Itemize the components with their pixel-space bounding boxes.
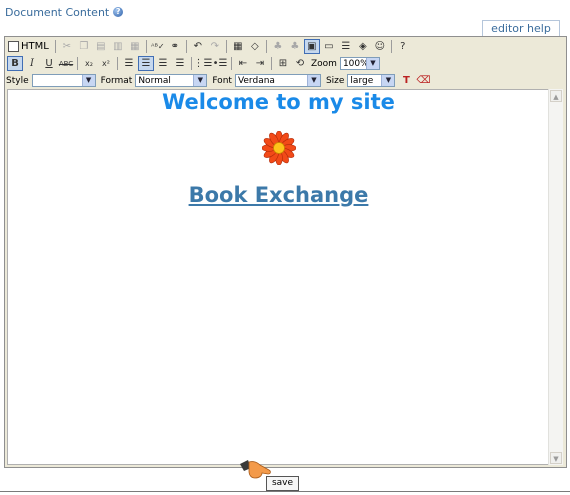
- highlight-color-icon[interactable]: ⌫: [415, 73, 431, 88]
- toolbar-separator: [265, 40, 267, 53]
- save-button[interactable]: save: [266, 476, 299, 491]
- toolbar-separator: [231, 57, 232, 70]
- chevron-down-icon[interactable]: ▼: [381, 75, 395, 86]
- style-label: Style: [6, 75, 29, 86]
- italic-button[interactable]: I: [24, 56, 40, 71]
- size-value: large: [350, 76, 374, 86]
- editor-help-link[interactable]: editor help: [482, 20, 560, 37]
- horizontal-rule-icon[interactable]: ☰: [338, 39, 354, 54]
- html-label: HTML: [21, 41, 49, 52]
- rich-text-editor: HTML ✂ ❐ ▤ ▥ ▦ ᴬᴮ✓ ⚭ ↶ ↷ ▦ ◇ ♣ ♣ ▣ ▭ ☰ ◈…: [4, 36, 567, 468]
- toolbar-separator: [185, 40, 187, 53]
- question-circle-icon[interactable]: ?: [113, 7, 124, 17]
- html-checkbox[interactable]: [8, 41, 19, 52]
- image-alt-icon[interactable]: ♣: [270, 39, 286, 54]
- toolbar-separator: [54, 40, 56, 53]
- vertical-scrollbar[interactable]: ▲ ▼: [548, 89, 563, 465]
- toolbar-separator: [191, 57, 192, 70]
- indent-icon[interactable]: ⇥: [252, 56, 268, 71]
- toolbar-separator: [225, 40, 227, 53]
- document-header: Document Content ?: [5, 4, 124, 20]
- align-center-icon[interactable]: ☰: [138, 56, 154, 71]
- toolbar-separator: [145, 40, 147, 53]
- toolbar-separator: [390, 40, 392, 53]
- book-exchange-link[interactable]: Book Exchange: [8, 183, 549, 207]
- ordered-list-icon[interactable]: ⋮☰: [194, 56, 213, 71]
- paste-word-icon[interactable]: ▦: [127, 39, 143, 54]
- undo-icon[interactable]: ↶: [190, 39, 206, 54]
- font-value: Verdana: [237, 76, 275, 86]
- zoom-select[interactable]: 100% ▼: [339, 57, 380, 70]
- align-right-icon[interactable]: ☰: [155, 56, 171, 71]
- bold-button[interactable]: B: [7, 56, 23, 71]
- font-label: Font: [212, 75, 232, 86]
- format-label: Format: [100, 75, 133, 86]
- superscript-button[interactable]: x²: [98, 56, 114, 71]
- scroll-up-icon[interactable]: ▲: [550, 90, 562, 102]
- image-icon[interactable]: ▣: [303, 39, 320, 54]
- toolbar-row-2: B I U ABC x₂ x² ☰ ☰ ☰ ☰ ⋮☰ •☰ ⇤ ⇥ ⊞ ⟲ Zo…: [5, 55, 383, 72]
- outdent-icon[interactable]: ⇤: [235, 56, 251, 71]
- cut-icon[interactable]: ✂: [59, 39, 75, 54]
- underline-button[interactable]: U: [41, 56, 57, 71]
- size-label: Size: [325, 75, 345, 86]
- chevron-down-icon[interactable]: ▼: [306, 75, 320, 86]
- smiley-icon[interactable]: ☺: [372, 39, 388, 54]
- eraser-icon[interactable]: ◇: [247, 39, 263, 54]
- align-left-icon[interactable]: ☰: [121, 56, 137, 71]
- toolbar-separator: [271, 57, 272, 70]
- toolbar-separator: [77, 57, 78, 70]
- html-mode-toggle[interactable]: HTML: [8, 41, 49, 52]
- help-icon[interactable]: ?: [395, 39, 411, 54]
- format-painter-icon[interactable]: ⟲: [292, 56, 308, 71]
- table-icon[interactable]: ▦: [230, 39, 246, 54]
- editor-content-area[interactable]: Welcome to my site Book Exchange: [7, 89, 550, 465]
- show-borders-icon[interactable]: ⊞: [275, 56, 291, 71]
- spellcheck-icon[interactable]: ᴬᴮ✓: [150, 39, 166, 54]
- image-insert-icon[interactable]: ♣: [287, 39, 303, 54]
- bottom-divider: [0, 491, 570, 492]
- toolbar-row-3: Style ▼ Format Normal ▼ Font Verdana ▼ S…: [5, 72, 432, 89]
- window-icon[interactable]: ▭: [321, 39, 337, 54]
- strikethrough-button[interactable]: ABC: [58, 56, 74, 71]
- zoom-label: Zoom: [311, 58, 337, 69]
- zoom-value: 100%: [342, 59, 369, 69]
- find-icon[interactable]: ⚭: [167, 39, 183, 54]
- chevron-down-icon[interactable]: ▼: [193, 75, 207, 86]
- content-heading: Welcome to my site: [162, 90, 395, 114]
- flower-icon: [262, 131, 296, 165]
- format-value: Normal: [138, 76, 171, 86]
- size-select[interactable]: large ▼: [347, 74, 396, 87]
- paste-icon[interactable]: ▤: [93, 39, 109, 54]
- font-select[interactable]: Verdana ▼: [234, 74, 321, 87]
- text-color-icon[interactable]: T: [398, 73, 414, 88]
- toolbar-row-1: HTML ✂ ❐ ▤ ▥ ▦ ᴬᴮ✓ ⚭ ↶ ↷ ▦ ◇ ♣ ♣ ▣ ▭ ☰ ◈…: [5, 38, 412, 55]
- chevron-down-icon[interactable]: ▼: [365, 58, 379, 69]
- redo-icon[interactable]: ↷: [207, 39, 223, 54]
- format-select[interactable]: Normal ▼: [135, 74, 208, 87]
- chevron-down-icon[interactable]: ▼: [81, 75, 95, 86]
- unordered-list-icon[interactable]: •☰: [212, 56, 228, 71]
- style-select[interactable]: ▼: [31, 74, 96, 87]
- object-icon[interactable]: ◈: [355, 39, 371, 54]
- scroll-down-icon[interactable]: ▼: [550, 452, 562, 464]
- paste-text-icon[interactable]: ▥: [110, 39, 126, 54]
- page-title: Document Content: [5, 5, 110, 19]
- copy-icon[interactable]: ❐: [76, 39, 92, 54]
- subscript-button[interactable]: x₂: [81, 56, 97, 71]
- align-justify-icon[interactable]: ☰: [172, 56, 188, 71]
- toolbar-separator: [117, 57, 118, 70]
